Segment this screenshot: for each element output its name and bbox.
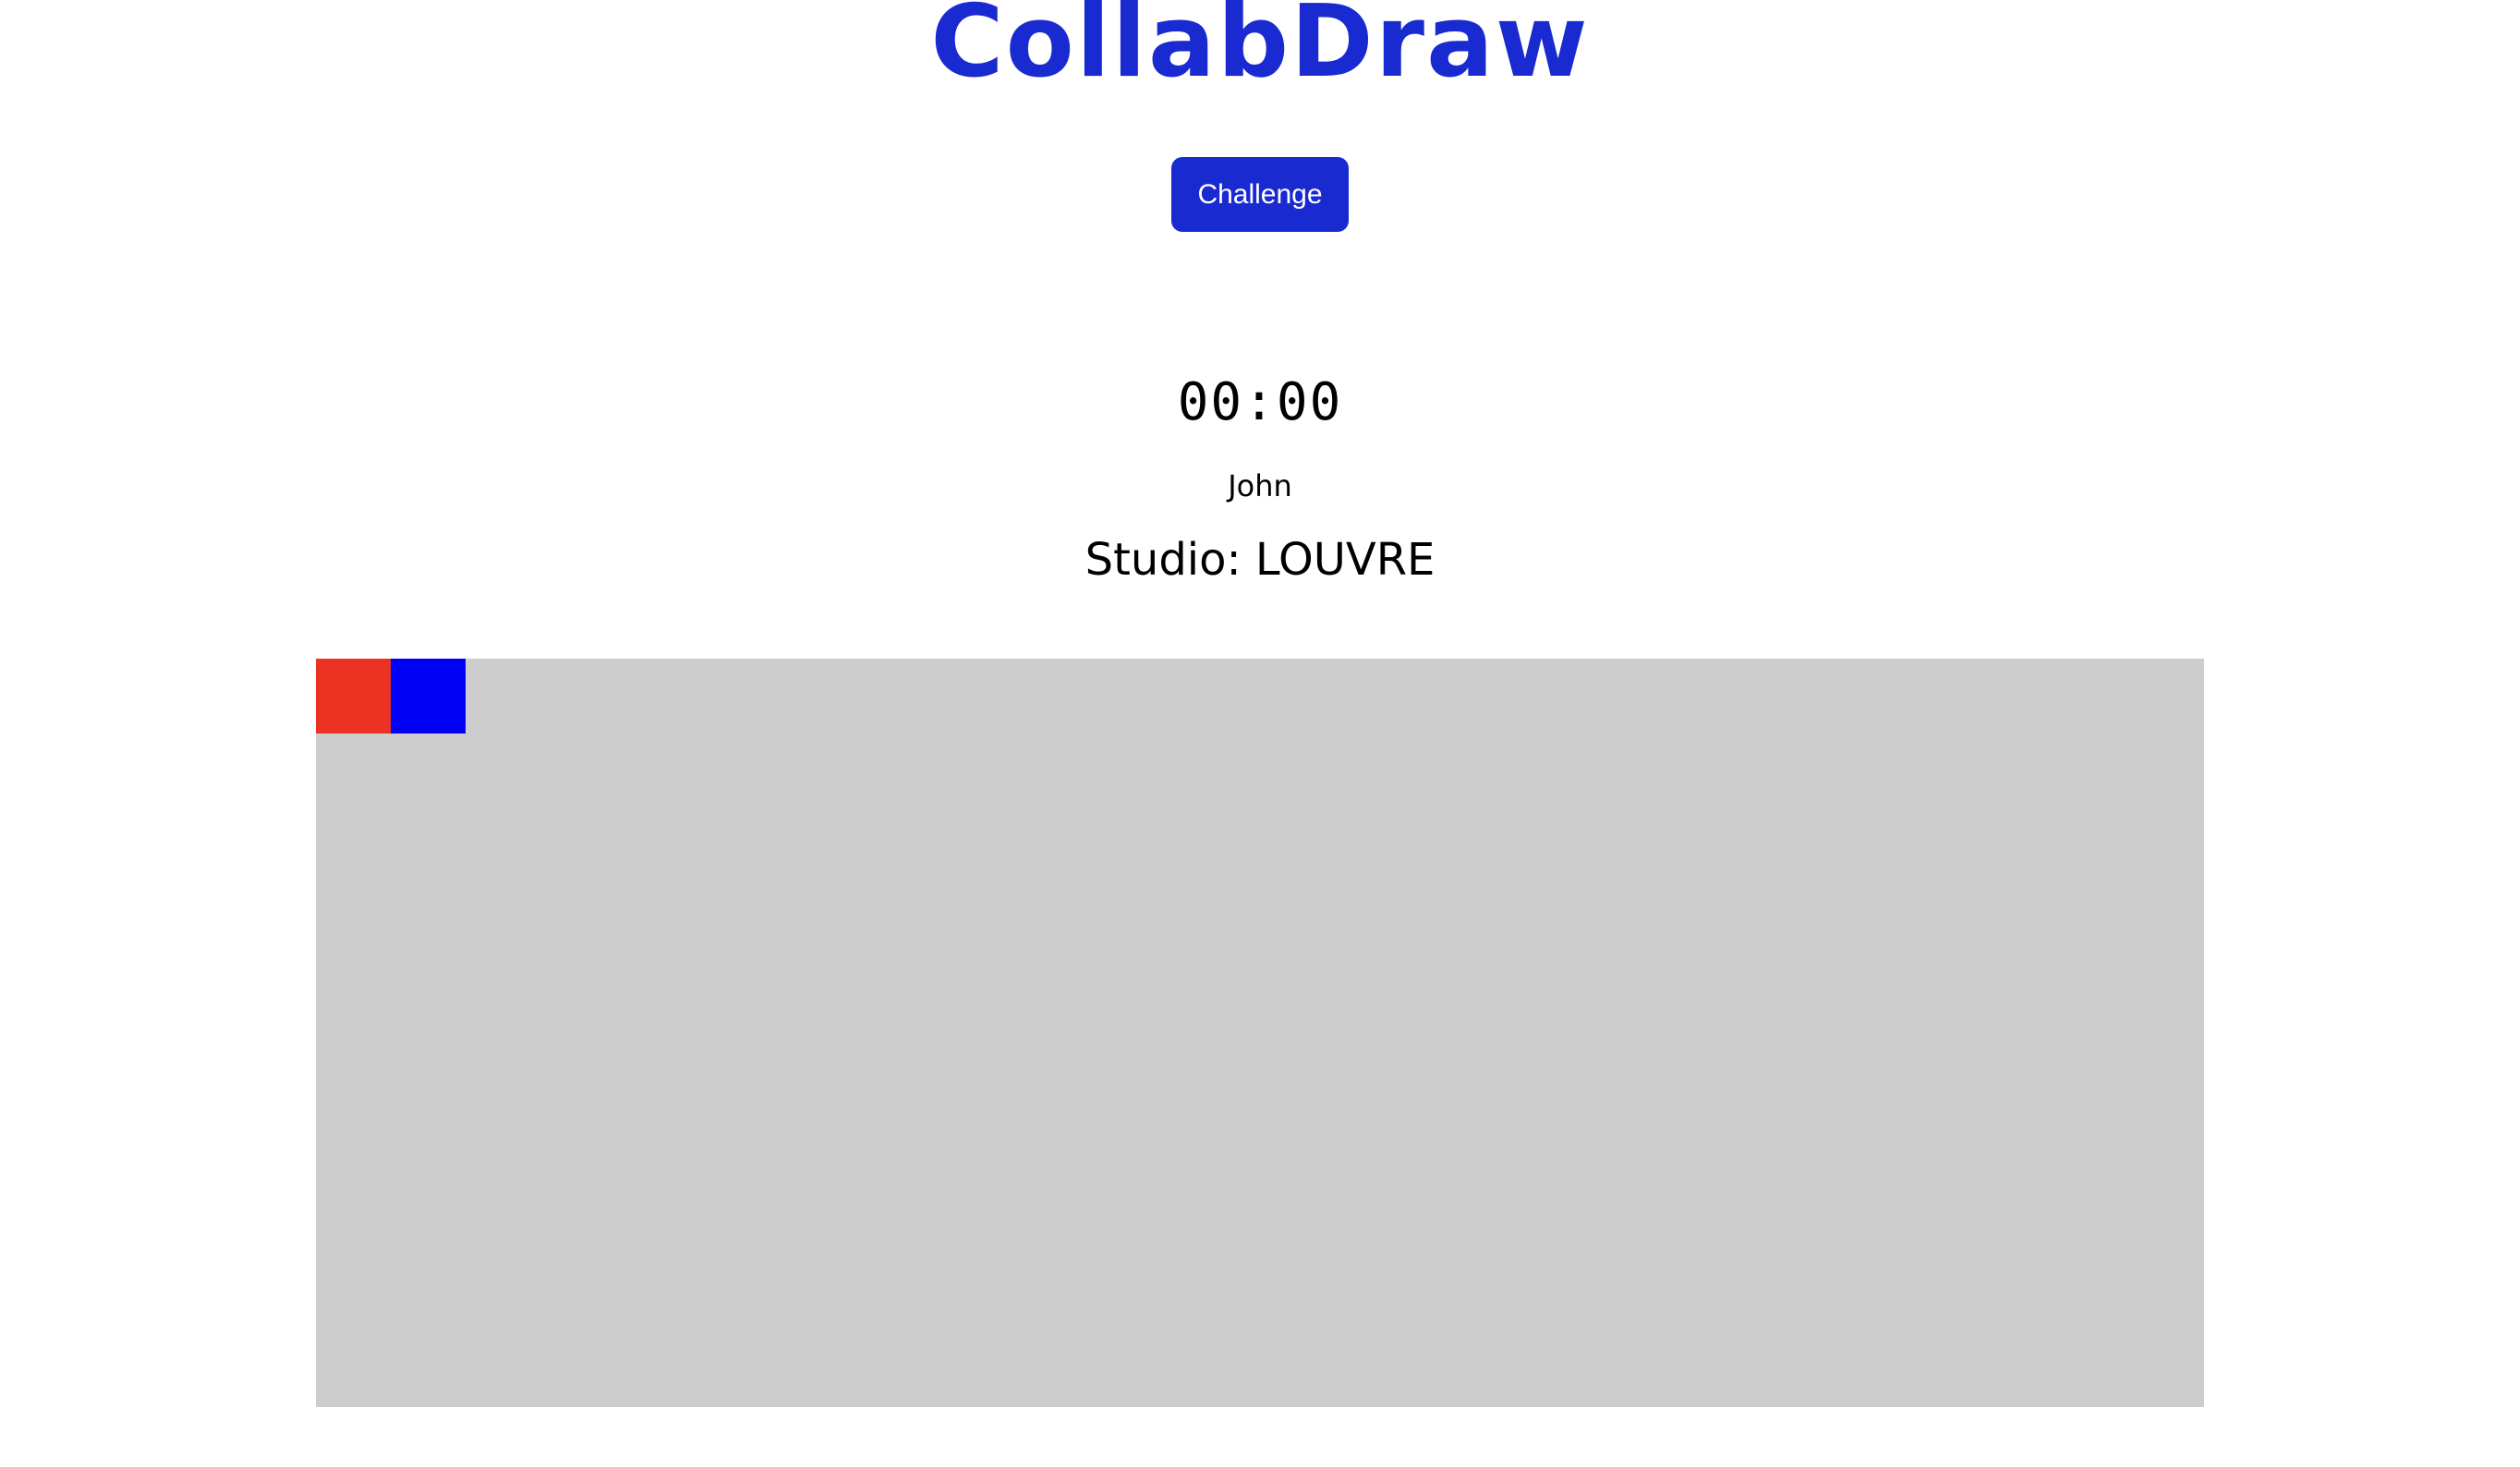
canvas-cell-blue[interactable] [391, 659, 466, 734]
player-name: John [1228, 468, 1292, 503]
canvas-cell-red[interactable] [316, 659, 391, 734]
drawing-canvas[interactable] [316, 659, 2204, 1407]
studio-label: Studio: LOUVRE [1084, 534, 1436, 586]
challenge-button[interactable]: Challenge [1171, 157, 1349, 232]
timer-display: 00:00 [1177, 372, 1343, 432]
app-title: CollabDraw [930, 0, 1590, 100]
app-root: CollabDraw Challenge 00:00 John Studio: … [0, 0, 2520, 1467]
